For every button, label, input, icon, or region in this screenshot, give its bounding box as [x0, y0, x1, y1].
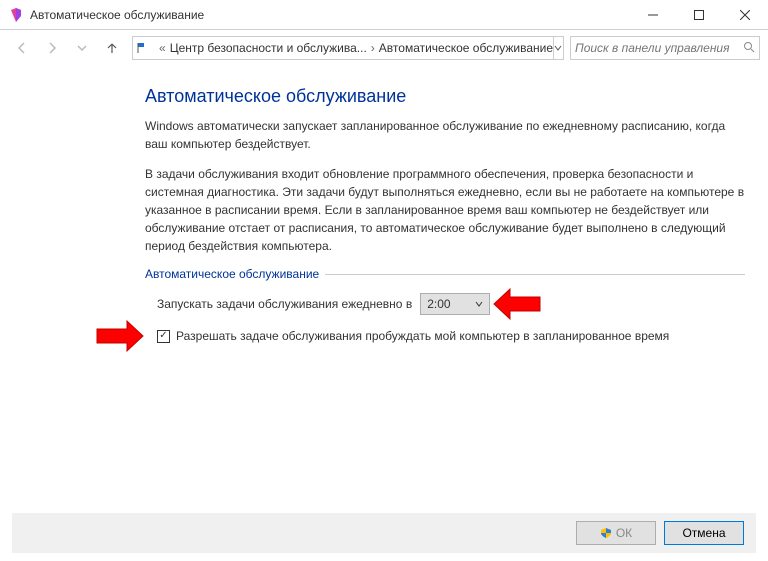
wake-row: ✓ Разрешать задаче обслуживания пробужда… — [157, 329, 745, 343]
control-panel-icon — [137, 40, 151, 56]
forward-button[interactable] — [38, 34, 66, 62]
window-title: Автоматическое обслуживание — [30, 8, 204, 22]
wake-label[interactable]: Разрешать задаче обслуживания пробуждать… — [176, 329, 669, 343]
time-value: 2:00 — [427, 297, 450, 311]
footer-bar: ОК Отмена — [12, 513, 756, 553]
minimize-button[interactable] — [630, 0, 676, 30]
group-title: Автоматическое обслуживание — [145, 267, 319, 281]
navbar: « Центр безопасности и обслужива... › Ав… — [0, 30, 768, 66]
chevron-down-icon — [475, 300, 483, 308]
intro-paragraph: Windows автоматически запускает запланир… — [145, 117, 745, 153]
description-paragraph: В задачи обслуживания входит обновление … — [145, 165, 745, 255]
search-input[interactable] — [575, 41, 743, 55]
breadcrumb-dropdown[interactable] — [553, 37, 562, 59]
search-icon[interactable] — [743, 41, 755, 56]
ok-button[interactable]: ОК — [576, 521, 656, 545]
maintenance-group: Автоматическое обслуживание Запускать за… — [145, 267, 745, 343]
search-box[interactable] — [570, 36, 760, 60]
shield-icon — [600, 527, 612, 539]
time-select[interactable]: 2:00 — [420, 293, 490, 315]
window-controls — [630, 0, 768, 30]
cancel-button[interactable]: Отмена — [664, 521, 744, 545]
wake-checkbox[interactable]: ✓ — [157, 330, 170, 343]
breadcrumb-item-maintenance[interactable]: Автоматическое обслуживание — [379, 41, 553, 55]
annotation-arrow-checkbox — [95, 319, 145, 353]
schedule-label: Запускать задачи обслуживания ежедневно … — [157, 297, 412, 311]
back-button[interactable] — [8, 34, 36, 62]
up-button[interactable] — [98, 34, 126, 62]
history-dropdown[interactable] — [68, 34, 96, 62]
breadcrumb-separator: « — [159, 41, 166, 55]
breadcrumb-item-security[interactable]: Центр безопасности и обслужива... — [170, 41, 367, 55]
annotation-arrow-time — [492, 287, 542, 321]
cancel-label: Отмена — [682, 526, 725, 540]
app-icon — [8, 7, 24, 23]
titlebar: Автоматическое обслуживание — [0, 0, 768, 30]
group-divider — [325, 274, 745, 275]
schedule-row: Запускать задачи обслуживания ежедневно … — [157, 293, 745, 315]
page-heading: Автоматическое обслуживание — [145, 86, 768, 107]
group-header: Автоматическое обслуживание — [145, 267, 745, 281]
ok-label: ОК — [616, 526, 632, 540]
chevron-right-icon: › — [371, 41, 375, 55]
maximize-button[interactable] — [676, 0, 722, 30]
breadcrumb[interactable]: « Центр безопасности и обслужива... › Ав… — [132, 36, 564, 60]
close-button[interactable] — [722, 0, 768, 30]
refresh-button[interactable] — [562, 41, 564, 55]
content-area: Автоматическое обслуживание Windows авто… — [0, 66, 768, 343]
